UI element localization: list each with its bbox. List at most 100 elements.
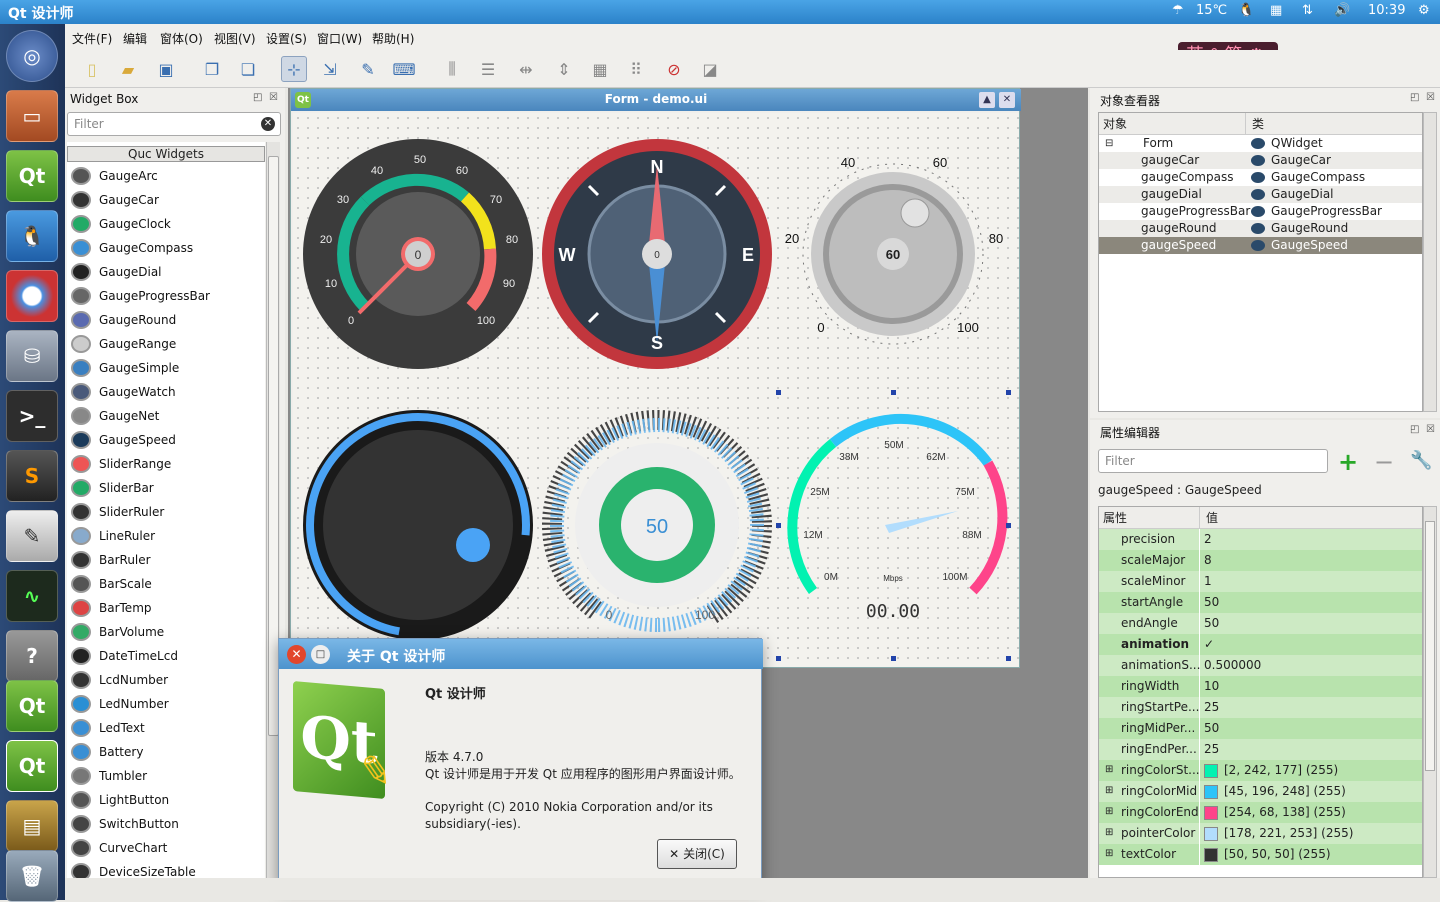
property-row[interactable]: ⊞ ringColorMid [45, 196, 248] (255): [1099, 781, 1422, 802]
widget-item[interactable]: SliderRange: [67, 452, 265, 476]
widget-item[interactable]: DeviceSizeTable: [67, 860, 265, 878]
collapse-icon[interactable]: ⊟: [1105, 135, 1113, 152]
widget-filter-input[interactable]: Filter: [67, 112, 281, 136]
temperature[interactable]: 15℃: [1196, 3, 1227, 18]
widget-item[interactable]: GaugeCar: [67, 188, 265, 212]
widget-item[interactable]: BarTemp: [67, 596, 265, 620]
add-property-icon[interactable]: +: [1338, 448, 1358, 476]
help-icon[interactable]: ?: [6, 630, 58, 682]
col-value[interactable]: 值: [1199, 507, 1218, 529]
maximize-icon[interactable]: ▲: [979, 92, 995, 108]
expand-icon[interactable]: ⊞: [1105, 760, 1113, 780]
database-icon[interactable]: ⛁: [6, 330, 58, 382]
widget-item[interactable]: Battery: [67, 740, 265, 764]
gauge-speed[interactable]: 0M 12M 25M 38M 50M 62M 75M 88M 100M Mbps…: [787, 413, 1008, 622]
widget-item[interactable]: BarVolume: [67, 620, 265, 644]
adjust-size-icon[interactable]: ◪: [697, 56, 723, 82]
menu-window[interactable]: 窗口(W): [317, 30, 362, 47]
maximize-icon[interactable]: □: [311, 645, 330, 664]
widget-item[interactable]: SliderRuler: [67, 500, 265, 524]
form-canvas[interactable]: 0 0 10 20 30 40 50 60 70 80 90 100 0 N S…: [293, 113, 1019, 667]
expand-icon[interactable]: ⊞: [1105, 823, 1113, 843]
property-scrollbar[interactable]: [1423, 506, 1437, 878]
widget-item[interactable]: BarRuler: [67, 548, 265, 572]
text-editor-icon[interactable]: ✎: [6, 510, 58, 562]
edit-widgets-icon[interactable]: ⊹: [281, 56, 307, 82]
widget-item[interactable]: GaugeSpeed: [67, 428, 265, 452]
widget-item[interactable]: LedText: [67, 716, 265, 740]
layout-form-icon[interactable]: ⠿: [623, 56, 649, 82]
object-row[interactable]: gaugeCar GaugeCar: [1099, 152, 1422, 169]
property-row[interactable]: ⊞ ringColorEnd [254, 68, 138] (255): [1099, 802, 1422, 823]
close-icon[interactable]: ✕: [287, 645, 306, 664]
qt-creator-icon[interactable]: Qt: [6, 150, 58, 202]
object-row[interactable]: gaugeCompass GaugeCompass: [1099, 169, 1422, 186]
property-row[interactable]: animation ✓: [1099, 634, 1422, 655]
widget-item[interactable]: LineRuler: [67, 524, 265, 548]
widget-item[interactable]: SwitchButton: [67, 812, 265, 836]
widget-item[interactable]: GaugeNet: [67, 404, 265, 428]
bring-to-front-icon[interactable]: ❏: [235, 56, 261, 82]
gauge-progress-bar[interactable]: 50 0 100: [514, 382, 801, 667]
widget-item[interactable]: GaugeRound: [67, 308, 265, 332]
expand-icon[interactable]: ⊞: [1105, 781, 1113, 801]
widget-item[interactable]: GaugeProgressBar: [67, 284, 265, 308]
object-row[interactable]: gaugeSpeed GaugeSpeed: [1099, 237, 1422, 254]
widget-item[interactable]: LightButton: [67, 788, 265, 812]
object-row[interactable]: gaugeProgressBar GaugeProgressBar: [1099, 203, 1422, 220]
color-swatch[interactable]: [1204, 784, 1218, 799]
menu-settings[interactable]: 设置(S): [266, 30, 307, 47]
weather-icon[interactable]: ☂: [1172, 3, 1184, 18]
dock-close-icon[interactable]: ☒: [269, 92, 278, 103]
property-row[interactable]: ⊞ ringColorSt... [2, 242, 177] (255): [1099, 760, 1422, 781]
expand-icon[interactable]: ⊞: [1105, 802, 1113, 822]
widget-item[interactable]: GaugeClock: [67, 212, 265, 236]
object-row[interactable]: ⊟ Form QWidget: [1099, 135, 1422, 152]
qq-icon[interactable]: 🐧: [6, 210, 58, 262]
close-button[interactable]: ✕ 关闭(C): [657, 839, 737, 869]
property-row[interactable]: scaleMinor 1: [1099, 571, 1422, 592]
property-row[interactable]: ringStartPe... 25: [1099, 697, 1422, 718]
archive-icon[interactable]: ▤: [6, 800, 58, 852]
network-icon[interactable]: ⇅: [1302, 3, 1313, 18]
property-filter-input[interactable]: Filter: [1098, 449, 1328, 473]
widget-item[interactable]: LedNumber: [67, 692, 265, 716]
clear-filter-icon[interactable]: ✕: [261, 117, 275, 131]
property-row[interactable]: ringWidth 10: [1099, 676, 1422, 697]
property-row[interactable]: precision 2: [1099, 529, 1422, 550]
ubuntu-icon[interactable]: ◎: [6, 30, 58, 82]
layout-splitter-h-icon[interactable]: ⇹: [513, 56, 539, 82]
color-swatch[interactable]: [1204, 805, 1218, 820]
save-icon[interactable]: ▣: [153, 56, 179, 82]
break-layout-icon[interactable]: ⊘: [661, 56, 687, 82]
sublime-icon[interactable]: S: [6, 450, 58, 502]
col-class[interactable]: 类: [1245, 113, 1264, 135]
widget-item[interactable]: GaugeArc: [67, 164, 265, 188]
menu-view[interactable]: 视图(V): [214, 30, 256, 47]
dock-close-icon[interactable]: ☒: [1426, 424, 1435, 435]
property-row[interactable]: animationS... 0.500000: [1099, 655, 1422, 676]
qt-creator-icon[interactable]: Qt: [6, 680, 58, 732]
object-tree-scrollbar[interactable]: [1423, 112, 1437, 412]
layout-splitter-v-icon[interactable]: ⇕: [551, 56, 577, 82]
calendar-icon[interactable]: ▦: [1270, 3, 1282, 18]
expand-icon[interactable]: ⊞: [1105, 844, 1113, 864]
remove-property-icon[interactable]: −: [1374, 448, 1394, 476]
widget-category[interactable]: Quc Widgets: [67, 146, 265, 162]
gauge-car[interactable]: 0 0 10 20 30 40 50 60 70 80 90 100: [303, 139, 533, 369]
close-icon[interactable]: ✕: [999, 92, 1015, 108]
scroll-thumb[interactable]: [1425, 521, 1435, 771]
widget-item[interactable]: Tumbler: [67, 764, 265, 788]
gauge-dial[interactable]: 60 0 20 40 60 80 100: [785, 155, 1003, 345]
edit-buddies-icon[interactable]: ✎: [355, 56, 381, 82]
property-row[interactable]: endAngle 50: [1099, 613, 1422, 634]
property-row[interactable]: ringEndPer... 25: [1099, 739, 1422, 760]
gauge-round[interactable]: [293, 400, 543, 650]
widget-item[interactable]: GaugeWatch: [67, 380, 265, 404]
power-icon[interactable]: ⚙: [1418, 3, 1430, 18]
menu-file[interactable]: 文件(F): [72, 30, 112, 47]
volume-icon[interactable]: 🔊: [1334, 3, 1350, 18]
layout-horizontal-icon[interactable]: ⫼: [439, 56, 465, 82]
layout-grid-icon[interactable]: ▦: [587, 56, 613, 82]
widget-item[interactable]: LcdNumber: [67, 668, 265, 692]
